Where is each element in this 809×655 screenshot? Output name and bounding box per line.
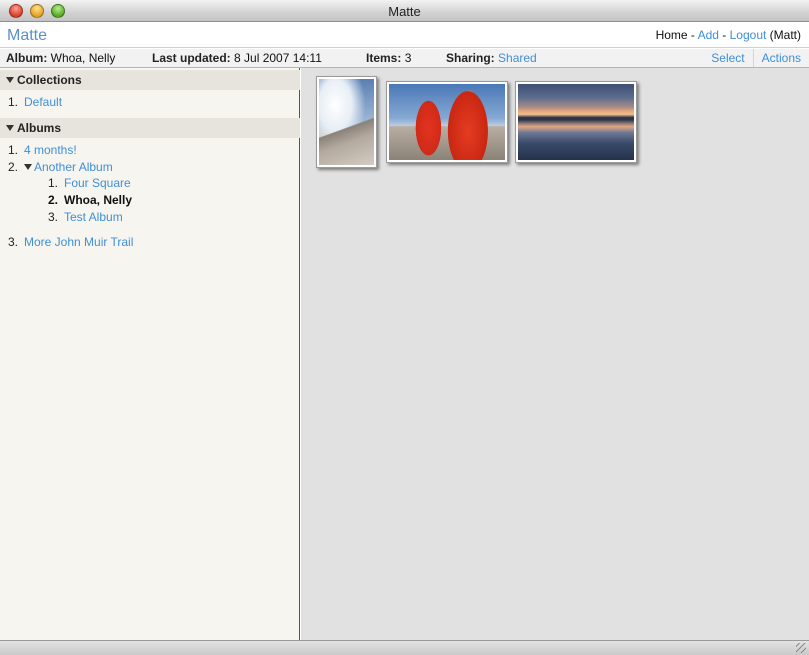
disclosure-triangle-icon[interactable]	[24, 164, 32, 170]
nav-logout-link[interactable]: Logout	[730, 28, 767, 42]
album-item-test-album: 3. Test Album	[40, 210, 123, 224]
top-nav: Home - Add - Logout (Matt)	[656, 28, 801, 42]
last-updated-label: Last updated:	[152, 51, 231, 65]
album-item-more-john-muir-trail: 3. More John Muir Trail	[0, 235, 133, 249]
photo-thumbnail[interactable]	[316, 76, 377, 168]
app-header: Matte Home - Add - Logout (Matt)	[0, 23, 809, 48]
album-link-test-album[interactable]: Test Album	[64, 210, 123, 224]
sharing-link[interactable]: Shared	[498, 51, 537, 65]
nav-separator: -	[718, 28, 730, 42]
album-info-bar: Album: Whoa, Nelly Last updated: 8 Jul 2…	[0, 49, 809, 68]
photo-grid	[301, 68, 809, 640]
list-number: 2.	[47, 193, 58, 207]
select-button[interactable]: Select	[703, 49, 752, 67]
items-value: 3	[404, 51, 412, 65]
nav-username: (Matt)	[766, 28, 801, 42]
list-number: 1.	[7, 95, 18, 109]
nav-add-link[interactable]: Add	[698, 28, 719, 42]
album-label: Album:	[6, 51, 48, 65]
items-label: Items:	[366, 51, 402, 65]
sharing-info: Sharing: Shared	[446, 51, 537, 65]
window-title: Matte	[388, 4, 421, 19]
window-status-bar	[0, 640, 809, 655]
album-item-another-album: 2. Another Album	[0, 160, 113, 174]
photo-thumbnail[interactable]	[386, 81, 508, 163]
album-link-more-john-muir-trail[interactable]: More John Muir Trail	[24, 235, 133, 249]
album-item-4-months: 1. 4 months!	[0, 143, 77, 157]
list-number: 3.	[47, 210, 58, 224]
list-number: 1.	[47, 176, 58, 190]
list-number: 1.	[7, 143, 18, 157]
current-album-label: Whoa, Nelly	[64, 193, 133, 207]
last-updated-value: 8 Jul 2007 14:11	[234, 51, 322, 65]
mountain-ridge-photo	[319, 79, 374, 165]
album-link-four-square[interactable]: Four Square	[64, 176, 131, 190]
info-actions: Select Actions	[703, 49, 809, 67]
album-value: Whoa, Nelly	[50, 51, 116, 65]
album-link-another-album[interactable]: Another Album	[34, 160, 113, 174]
album-link-4-months[interactable]: 4 months!	[24, 143, 77, 157]
disclosure-triangle-icon	[6, 125, 14, 131]
collection-item-default: 1. Default	[0, 95, 62, 109]
lake-sunset-reflection-photo	[518, 84, 634, 160]
two-hikers-red-jackets-photo	[389, 84, 505, 160]
sidebar: Collections 1. Default Albums 1. 4 months!…	[0, 68, 300, 640]
album-item-whoa-nelly: 2. Whoa, Nelly	[40, 193, 132, 207]
disclosure-triangle-icon	[6, 77, 14, 83]
last-updated-info: Last updated: 8 Jul 2007 14:11	[152, 51, 322, 65]
items-info: Items: 3	[366, 51, 411, 65]
collections-section-header[interactable]: Collections	[0, 70, 300, 90]
sharing-label: Sharing:	[446, 51, 495, 65]
list-number: 3.	[7, 235, 18, 249]
actions-button[interactable]: Actions	[752, 49, 809, 67]
list-number: 2.	[7, 160, 18, 174]
photo-thumbnail[interactable]	[515, 81, 637, 163]
albums-section-header[interactable]: Albums	[0, 118, 300, 138]
album-info: Album: Whoa, Nelly	[6, 51, 115, 65]
nav-separator: -	[687, 28, 698, 42]
collections-heading: Collections	[17, 73, 82, 87]
resize-grip-icon[interactable]	[796, 643, 806, 653]
collection-link-default[interactable]: Default	[24, 95, 62, 109]
album-item-four-square: 1. Four Square	[40, 176, 131, 190]
nav-home: Home	[655, 28, 688, 42]
app-name: Matte	[7, 27, 48, 44]
window-titlebar: Matte	[0, 0, 809, 22]
albums-heading: Albums	[17, 121, 62, 135]
